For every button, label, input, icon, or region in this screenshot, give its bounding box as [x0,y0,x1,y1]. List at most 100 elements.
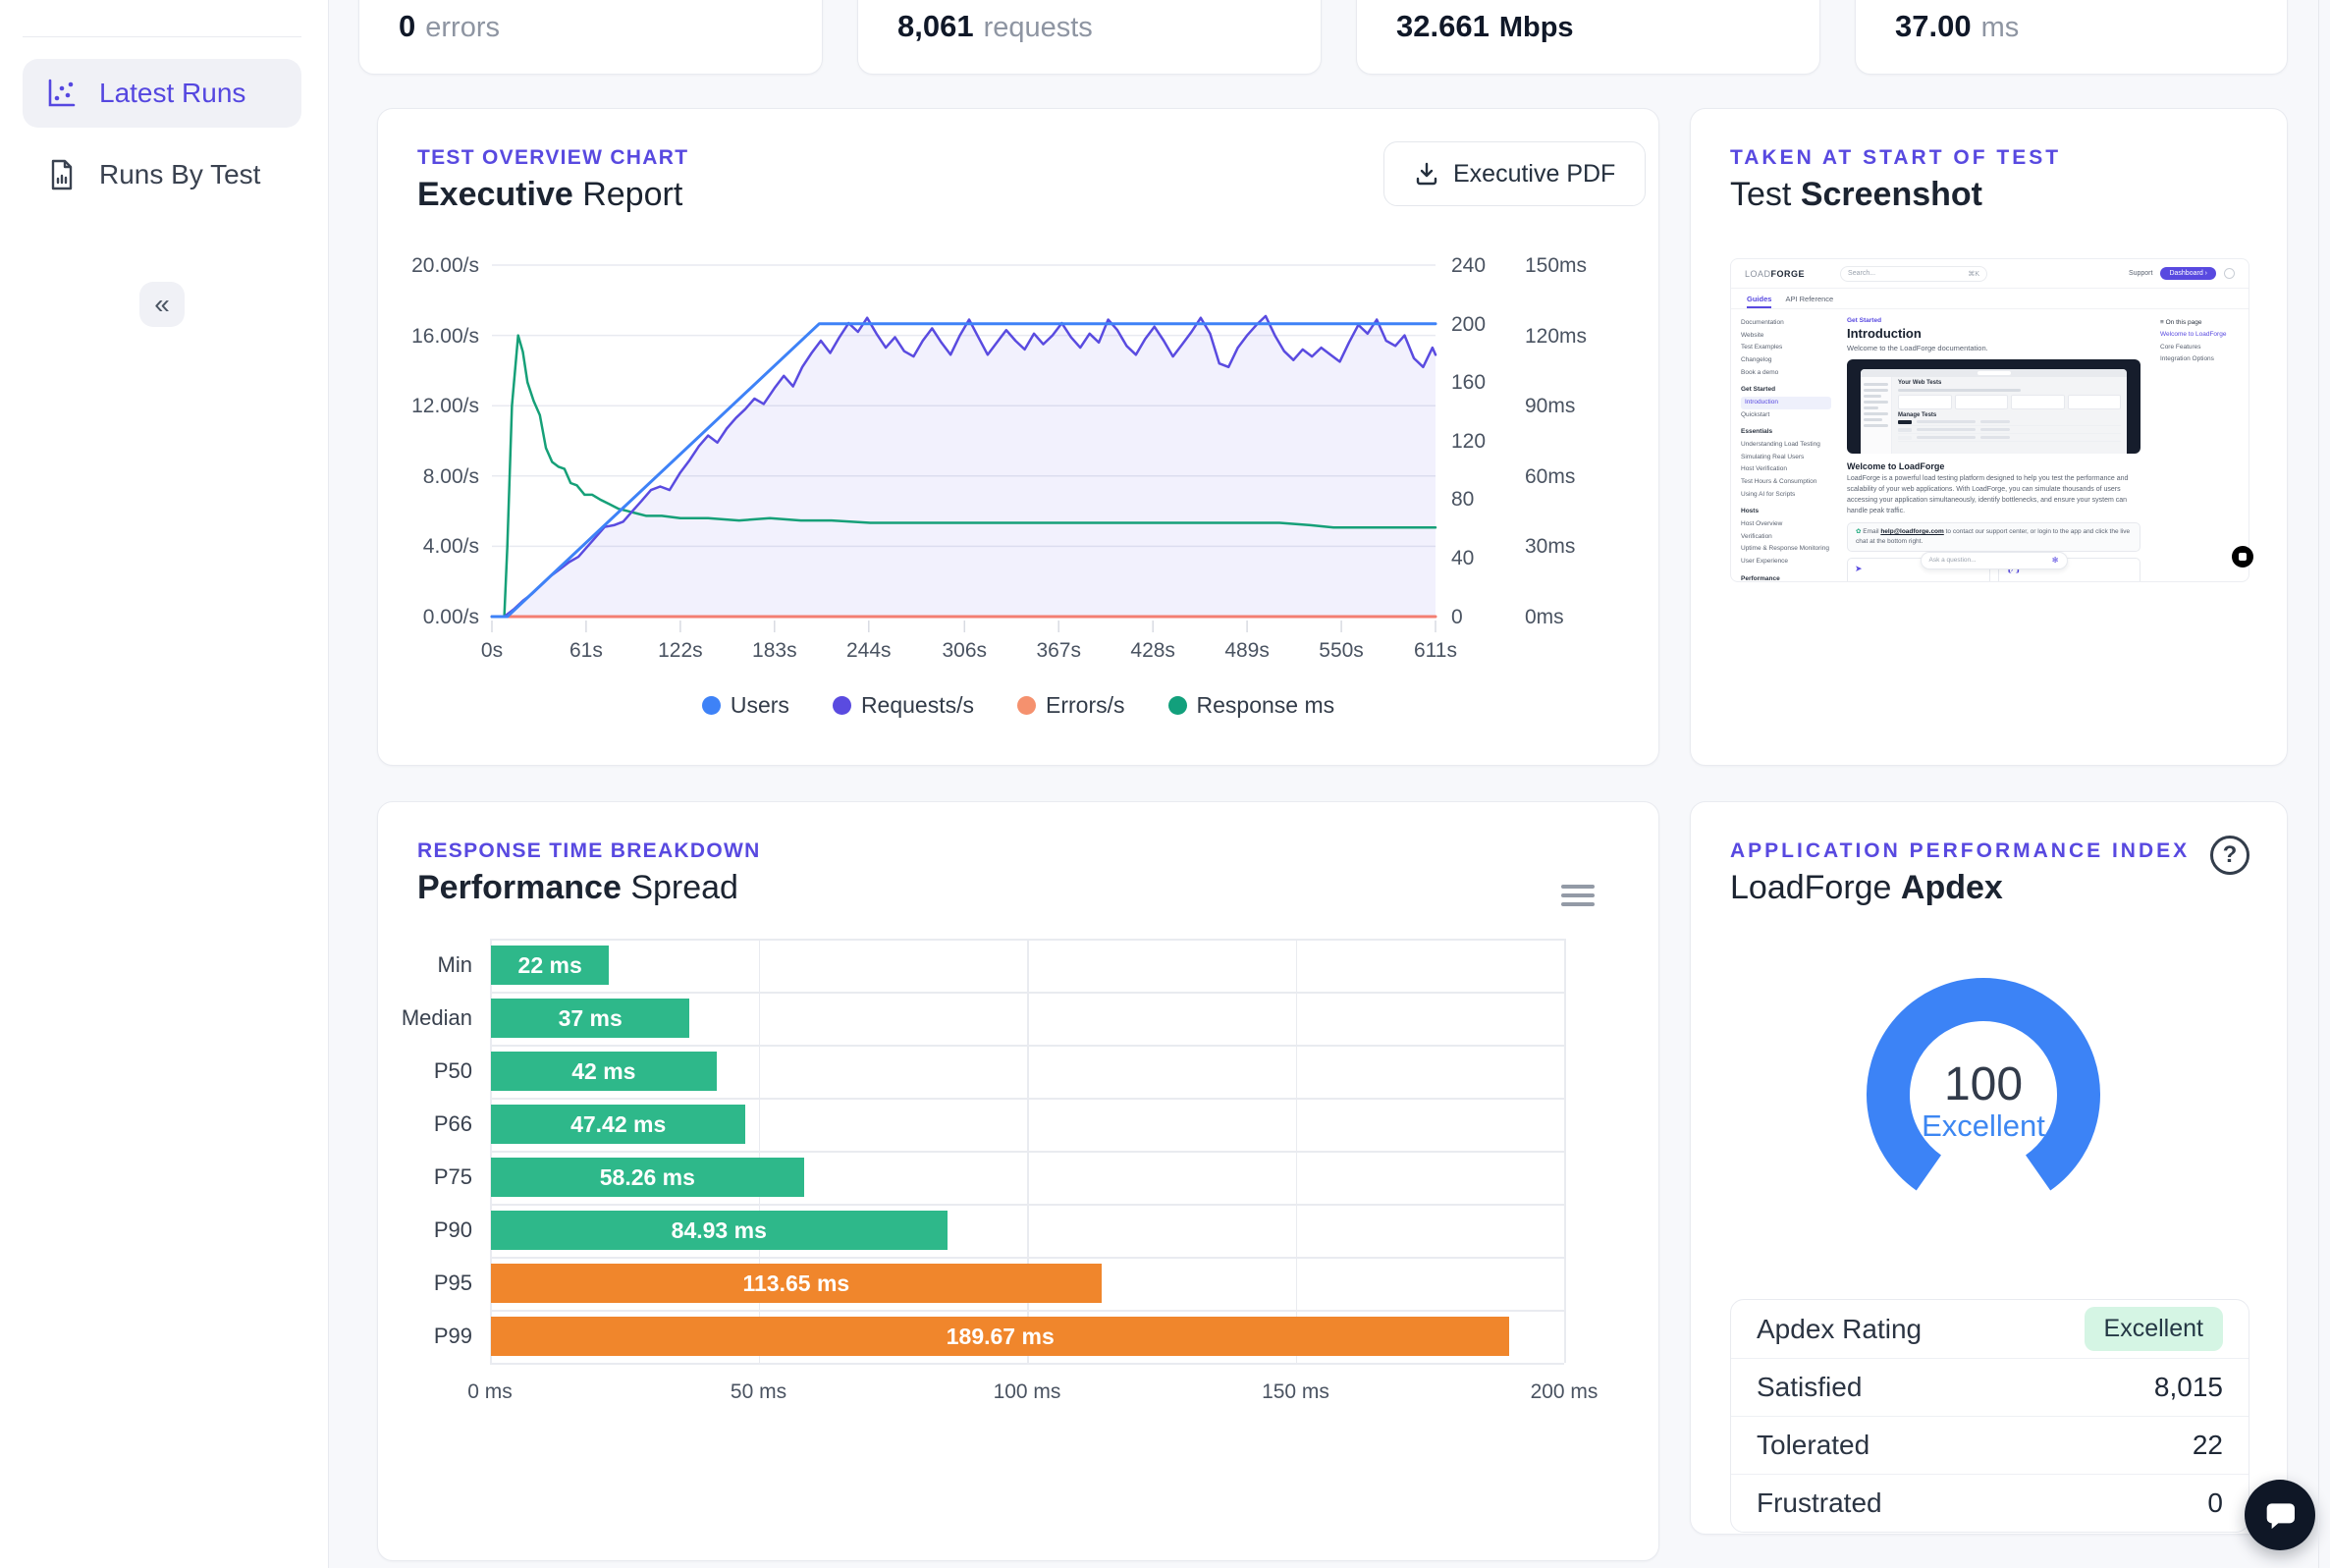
sidebar-divider [23,36,301,37]
card-title: Performance Spread [417,869,738,907]
thumb-toc: ≡ On this pageWelcome to LoadForgeCore F… [2154,309,2249,582]
y-axis-tick: 16.00/s [378,323,479,351]
stat-unit: Mbps [1499,12,1574,43]
users-axis-tick: 200 [1451,311,1486,339]
users-axis-tick: 160 [1451,369,1486,397]
thumb-topbar-right: Support Dashboard › [2129,267,2235,280]
bar-p95: 113.65 ms [491,1264,1102,1303]
chart-menu-icon[interactable] [1561,885,1595,911]
performance-spread-card: RESPONSE TIME BREAKDOWN Performance Spre… [377,801,1659,1561]
chat-widget-button[interactable] [2245,1480,2315,1550]
card-eyebrow: TEST OVERVIEW CHART [417,146,688,170]
thumb-nav-item: Quickstart [1741,409,1831,422]
x-axis-tick: 0s [453,637,531,665]
thumb-nav-item: Documentation [1741,317,1831,330]
stat-unit: ms [1981,12,2020,43]
thumb-toc-header: ≡ On this page [2160,317,2243,329]
bar-category-label: P90 [378,1217,472,1244]
executive-pdf-button[interactable]: Executive PDF [1383,141,1646,206]
y-axis-tick: 20.00/s [378,252,479,280]
x-axis-tick: 200 ms [1520,1379,1608,1406]
card-title: Executive Report [417,176,682,214]
thumb-paragraph: LoadForge is a powerful load testing pla… [1847,474,2140,516]
legend-item-requests-s[interactable]: Requests/s [833,692,974,719]
users-axis-tick: 40 [1451,545,1474,572]
apdex-score-label: Excellent [1856,1108,2111,1144]
chart-legend: Users Requests/s Errors/s Response ms [378,692,1658,719]
row-gridline [490,992,1564,994]
thumb-nav-item: Host Overview [1741,518,1831,531]
stat-value: 8,061 [897,9,974,43]
thumb-tab: Guides [1747,289,1771,308]
stat-card-errors: 0errors [358,0,823,75]
thumb-dashboard-button: Dashboard › [2160,267,2216,280]
table-row: Frustrated 0 [1731,1474,2249,1532]
thumb-section-heading: Welcome to LoadForge [1847,461,2140,471]
scroll-gutter-divider [2318,0,2319,1568]
help-icon[interactable]: ? [2210,836,2249,875]
thumb-nav-section: Get Started [1741,384,1831,397]
thumb-search-input: Search...⌘K [1840,266,1987,282]
thumb-tabs: Guides API Reference [1731,289,2249,309]
bar-value-label: 22 ms [518,952,582,979]
sidebar-item-latest-runs[interactable]: Latest Runs [23,59,301,128]
bar-p75: 58.26 ms [491,1158,804,1197]
bar-category-label: Median [378,1004,472,1032]
thumb-nav-item: Book a demo [1741,367,1831,380]
legend-item-users[interactable]: Users [702,692,789,719]
x-axis-tick: 50 ms [715,1379,803,1406]
thumb-callout: ✿ Email help@loadforge.com to contact ou… [1847,522,2140,552]
thumb-toc-link: Welcome to LoadForge [2160,329,2243,341]
row-gridline [490,1045,1564,1047]
card-eyebrow: APPLICATION PERFORMANCE INDEX [1730,839,2190,863]
thumb-nav-item: Test Examples [1741,342,1831,354]
stat-unit: requests [984,12,1093,43]
ms-axis-tick: 120ms [1525,323,1587,351]
ms-axis-tick: 150ms [1525,252,1587,280]
thumb-nav-item: Simulating Real Users [1741,452,1831,464]
bar-value-label: 189.67 ms [947,1324,1055,1350]
thumb-nav-item: Verification [1741,531,1831,544]
bar-value-label: 37 ms [559,1005,623,1032]
thumb-tab: API Reference [1785,295,1833,303]
chat-bubble-icon [2260,1495,2300,1535]
stat-card-response-time: 37.00ms [1855,0,2288,75]
sidebar-collapse-button[interactable]: « [139,282,185,327]
x-axis-tick: 306s [925,637,1003,665]
thumb-ask-input: Ask a question...✻ [1921,552,2068,569]
test-screenshot-thumbnail: LOADFORGE Search...⌘K Support Dashboard … [1730,258,2249,582]
sidebar-item-runs-by-test[interactable]: Runs By Test [23,140,301,209]
thumb-nav-section: Essentials [1741,426,1831,439]
thumb-hero-image: Your Web Tests Manage Tests [1847,359,2140,454]
click-marker-dot [2232,546,2253,568]
legend-item-errors-s[interactable]: Errors/s [1017,692,1125,719]
bar-value-label: 47.42 ms [570,1111,666,1138]
bar-p99: 189.67 ms [491,1317,1509,1356]
users-axis-tick: 80 [1451,486,1474,514]
apdex-score: 100 [1856,1057,2111,1111]
sidebar: Latest Runs Runs By Test « [0,0,329,1568]
ms-axis-tick: 90ms [1525,393,1575,420]
thumb-left-nav: DocumentationWebsiteTest ExamplesChangel… [1731,309,1841,582]
thumb-nav-item: Understanding Load Testing [1741,439,1831,452]
thumb-support-link: Support [2129,270,2153,277]
bar-median: 37 ms [491,999,689,1038]
thumb-toc-link: Core Features [2160,342,2243,353]
card-eyebrow: TAKEN AT START OF TEST [1730,146,2061,170]
row-gridline [490,1151,1564,1153]
row-gridline [490,939,1564,941]
stat-card-bandwidth: 32.661 Mbps [1356,0,1820,75]
legend-item-response-ms[interactable]: Response ms [1168,692,1335,719]
legend-dot [833,696,851,715]
bar-value-label: 113.65 ms [742,1271,849,1297]
stat-value: 32.661 [1396,9,1490,43]
users-axis-tick: 120 [1451,428,1486,456]
sidebar-item-label: Latest Runs [99,78,245,109]
row-gridline [490,1363,1564,1365]
bar-value-label: 42 ms [571,1058,635,1085]
x-axis-tick: 150 ms [1252,1379,1340,1406]
x-axis-tick: 122s [641,637,720,665]
thumb-page-title: Introduction [1847,326,2140,341]
thumb-nav-section: Hosts [1741,506,1831,518]
x-axis-tick: 428s [1113,637,1192,665]
